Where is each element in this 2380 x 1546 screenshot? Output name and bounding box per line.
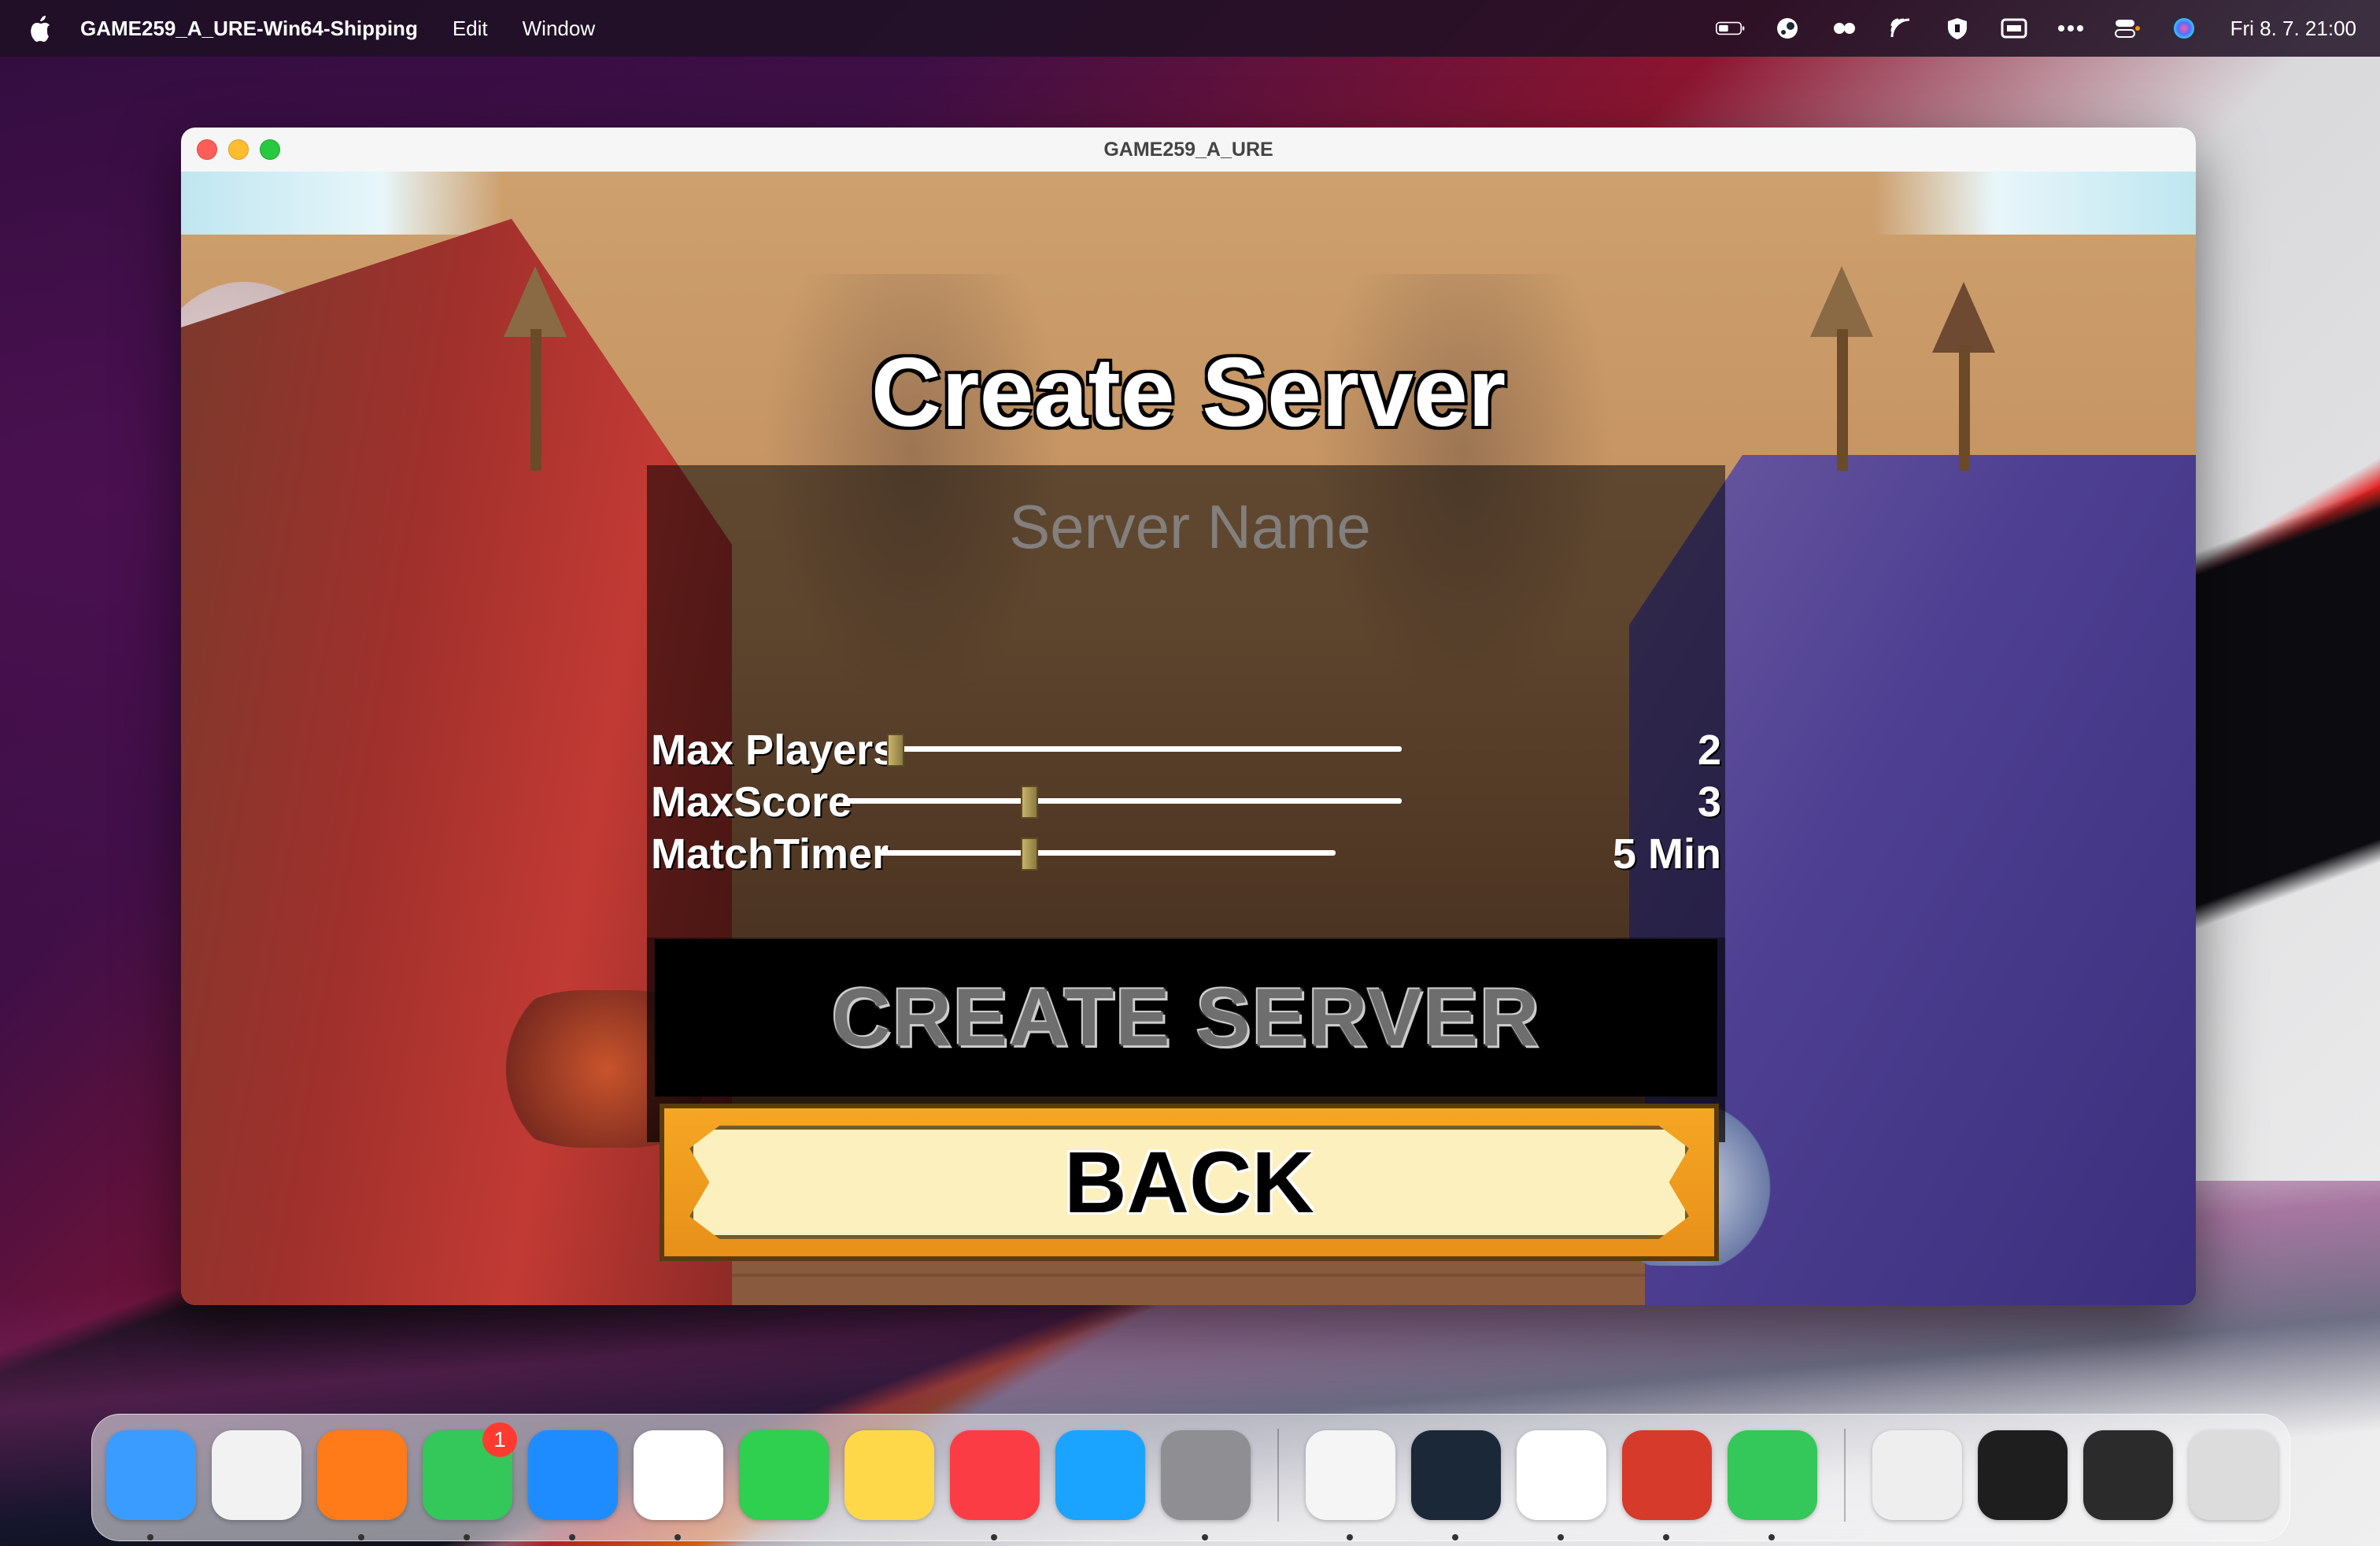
siri-icon[interactable] [2169,17,2199,40]
mail-icon[interactable] [528,1430,618,1540]
scene-sky [181,172,2196,235]
scene-spear-left-tip [504,266,567,337]
running-indicator [1768,1534,1775,1540]
dots-icon[interactable] [1829,17,1859,40]
max-players-track[interactable] [889,746,1402,752]
menu-bar-clock[interactable]: Fri 8. 7. 21:00 [2230,17,2356,41]
screen-icon[interactable] [1999,17,2029,40]
dock-icons: 1 [106,1422,2278,1540]
page-title: Create Server [870,338,1506,447]
match-timer-thumb[interactable] [1021,838,1038,871]
server-name-input[interactable] [669,475,1711,579]
battery-icon[interactable] [1715,17,1746,40]
facetime-icon[interactable] [739,1430,829,1520]
match-timer-slider-row: MatchTimer 5 Min [651,827,1721,878]
control-center-icon[interactable] [2112,17,2142,40]
running-indicator [147,1534,153,1540]
apple-menu-icon[interactable] [28,15,52,42]
dock-separator [1844,1429,1846,1522]
menu-bar: GAME259_A_URE-Win64-Shipping Edit Window [0,0,2380,57]
steam-icon[interactable] [1772,17,1802,40]
music-icon[interactable] [950,1430,1040,1540]
notes-icon[interactable] [844,1430,934,1520]
window-title: GAME259_A_URE [1103,139,1273,161]
max-score-label: MaxScore [651,779,852,826]
launchpad-icon[interactable] [212,1430,301,1520]
vscode-icon[interactable] [1517,1430,1606,1540]
more-icon[interactable] [2056,17,2086,40]
back-button-plate: BACK [689,1126,1689,1239]
running-indicator [358,1534,364,1540]
create-server-button[interactable]: CREATE SERVER [655,939,1717,1097]
messages-icon[interactable]: 1 [423,1422,517,1540]
match-timer-value: 5 Min [1612,830,1721,878]
game-icon[interactable] [1622,1430,1712,1540]
shield-icon[interactable] [1942,17,1972,40]
scene-spear-right-tip [1810,266,1873,337]
back-button-label: BACK [1064,1134,1314,1231]
unreal-engine-icon[interactable] [1306,1430,1395,1540]
max-score-thumb[interactable] [1021,786,1038,819]
trash-icon[interactable] [2189,1430,2278,1520]
menu-edit[interactable]: Edit [453,17,488,41]
create-server-label: CREATE SERVER [831,971,1541,1063]
running-indicator [1663,1534,1669,1540]
dock: 1 [91,1414,2290,1541]
finder-icon[interactable] [106,1430,196,1540]
terminal-window-icon[interactable] [1978,1430,2068,1520]
status-tray: Fri 8. 7. 21:00 [1715,0,2356,57]
match-timer-label: MatchTimer [651,830,889,878]
running-indicator [1347,1534,1353,1540]
max-score-slider-row: MaxScore 3 [651,775,1721,826]
running-indicator [674,1534,681,1540]
running-indicator [991,1534,997,1540]
running-indicator [1558,1534,1564,1540]
max-players-thumb[interactable] [887,734,904,767]
game-window: GAME259_A_URE Create Server Max Players … [181,128,2196,1305]
photos-icon[interactable] [634,1430,723,1540]
airplay-icon[interactable] [1886,17,1916,40]
max-score-track[interactable] [843,798,1402,804]
running-indicator [1452,1534,1458,1540]
running-indicator [1202,1534,1208,1540]
app-menu[interactable]: GAME259_A_URE-Win64-Shipping [80,17,418,41]
steam-icon[interactable] [1411,1430,1501,1540]
dock-separator [1277,1429,1279,1522]
firefox-icon[interactable] [317,1430,407,1540]
menu-window[interactable]: Window [523,17,595,41]
max-players-value: 2 [1697,727,1721,774]
app-store-icon[interactable] [1055,1430,1145,1520]
game-scene: Create Server Max Players 2 MaxScore 3 M… [181,172,2196,1305]
max-score-value: 3 [1697,779,1721,826]
max-players-label: Max Players [651,727,897,774]
notification-badge: 1 [482,1422,517,1457]
match-timer-track[interactable] [879,850,1336,856]
messages-alt-icon[interactable] [1728,1430,1817,1540]
max-players-slider-row: Max Players 2 [651,723,1721,774]
window-titlebar[interactable]: GAME259_A_URE [181,128,2196,172]
document-icon[interactable] [1872,1430,1962,1520]
terminal-vscode-window-icon[interactable] [2083,1430,2173,1520]
system-settings-icon[interactable] [1161,1430,1251,1540]
running-indicator [464,1534,470,1540]
running-indicator [569,1534,575,1540]
back-button[interactable]: BACK [660,1104,1719,1261]
